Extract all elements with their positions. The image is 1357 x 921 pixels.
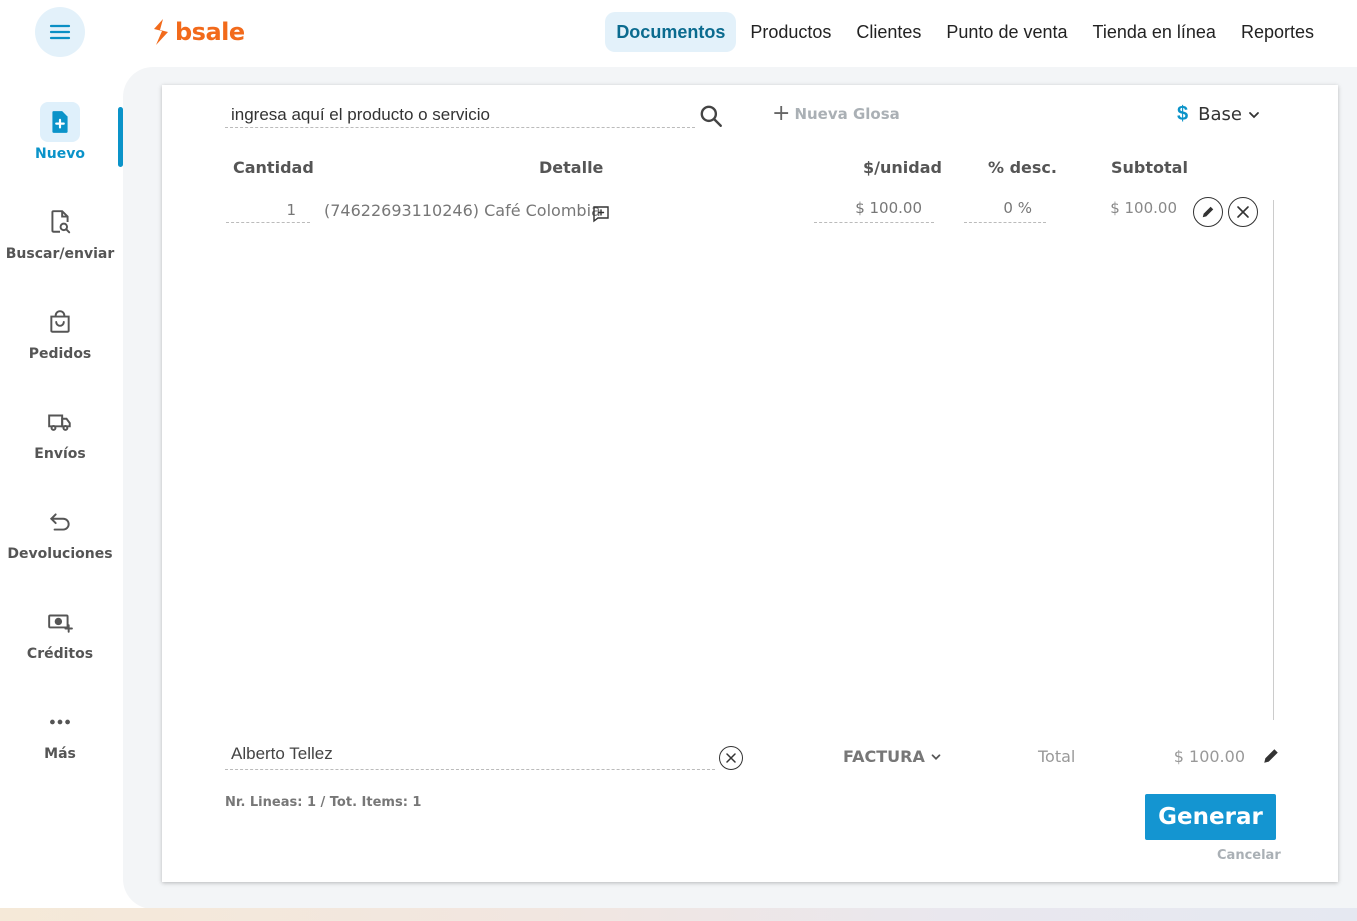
vertical-divider — [1273, 200, 1274, 720]
main-nav: Documentos Productos Clientes Punto de v… — [605, 12, 1325, 52]
column-header-detalle: Detalle — [539, 158, 604, 177]
pencil-icon[interactable] — [1262, 747, 1280, 765]
column-header-cantidad: Cantidad — [233, 158, 314, 177]
nav-documentos[interactable]: Documentos — [605, 12, 737, 52]
column-header-descuento: % desc. — [988, 158, 1057, 177]
chevron-down-icon — [1249, 111, 1259, 118]
bsale-logo[interactable]: bsale — [151, 17, 245, 47]
pencil-icon — [1202, 206, 1214, 218]
sidebar-item-buscar-enviar[interactable]: Buscar/enviar — [0, 192, 120, 292]
discount-input[interactable]: 0 % — [964, 199, 1046, 223]
generate-button[interactable]: Generar — [1145, 794, 1276, 840]
quantity-input[interactable]: 1 — [226, 201, 310, 223]
hamburger-menu-button[interactable] — [35, 7, 85, 57]
nav-tienda-en-linea[interactable]: Tienda en línea — [1082, 12, 1227, 52]
column-header-unidad: $/unidad — [863, 158, 942, 177]
money-plus-icon — [46, 608, 74, 636]
search-document-icon — [46, 208, 74, 236]
sidebar-item-pedidos[interactable]: Pedidos — [0, 292, 120, 392]
column-header-subtotal: Subtotal — [1111, 158, 1188, 177]
client-name: Alberto Tellez — [231, 744, 333, 763]
product-search-input[interactable] — [225, 102, 695, 127]
edit-row-button[interactable] — [1193, 197, 1223, 227]
hamburger-icon — [49, 24, 71, 40]
return-arrow-icon — [46, 508, 74, 536]
lines-summary: Nr. Lineas: 1 / Tot. Items: 1 — [225, 795, 422, 810]
sidebar: Nuevo Buscar/enviar Pedidos Envíos Devol… — [0, 92, 120, 792]
top-bar: bsale Documentos Productos Clientes Punt… — [0, 0, 1357, 64]
sidebar-item-creditos[interactable]: Créditos — [0, 592, 120, 692]
product-search-field[interactable] — [225, 102, 695, 128]
chevron-down-icon — [931, 753, 941, 760]
shopping-bag-icon — [46, 308, 74, 336]
new-document-icon — [40, 102, 80, 142]
nueva-glosa-button[interactable]: + Nueva Glosa — [772, 101, 900, 126]
close-icon — [1237, 206, 1249, 218]
total-label: Total — [1038, 747, 1076, 766]
plus-icon: + — [772, 101, 791, 126]
close-icon — [726, 753, 736, 763]
add-comment-icon[interactable] — [592, 205, 610, 223]
sidebar-item-label: Devoluciones — [7, 546, 113, 562]
nav-clientes[interactable]: Clientes — [845, 12, 932, 52]
app-root: bsale Documentos Productos Clientes Punt… — [0, 0, 1357, 921]
cancel-link[interactable]: Cancelar — [1217, 848, 1281, 863]
bsale-logo-icon — [154, 19, 168, 45]
item-detail: (74622693110246) Café Colombia — [324, 201, 601, 220]
clear-client-button[interactable] — [719, 746, 743, 770]
nav-productos[interactable]: Productos — [739, 12, 842, 52]
document-card: + Nueva Glosa $ Base Cantidad Detalle $/… — [162, 85, 1338, 882]
sidebar-item-mas[interactable]: Más — [0, 692, 120, 792]
sidebar-item-label: Más — [44, 746, 76, 762]
sidebar-item-label: Envíos — [34, 446, 86, 462]
nueva-glosa-label: Nueva Glosa — [794, 105, 900, 123]
document-type-value: FACTURA — [843, 747, 925, 766]
nav-reportes[interactable]: Reportes — [1230, 12, 1325, 52]
remove-row-button[interactable] — [1228, 197, 1258, 227]
document-type-select[interactable]: FACTURA — [843, 747, 943, 766]
sidebar-item-label: Pedidos — [28, 346, 92, 362]
sidebar-item-label: Buscar/enviar — [5, 246, 115, 262]
client-field[interactable]: Alberto Tellez — [225, 744, 715, 770]
total-value: $ 100.00 — [1173, 747, 1245, 766]
search-icon[interactable] — [698, 103, 724, 129]
os-taskbar-edge — [0, 908, 1357, 921]
sidebar-item-envios[interactable]: Envíos — [0, 392, 120, 492]
more-dots-icon — [46, 708, 74, 736]
price-list-select[interactable]: $ Base — [1177, 103, 1262, 126]
sidebar-item-label: Créditos — [26, 646, 94, 662]
currency-symbol: $ — [1177, 103, 1189, 125]
sidebar-item-label: Nuevo — [35, 146, 85, 162]
unit-price-input[interactable]: $ 100.00 — [814, 199, 934, 223]
sidebar-item-devoluciones[interactable]: Devoluciones — [0, 492, 120, 592]
price-list-value: Base — [1198, 104, 1242, 125]
logo-text: bsale — [175, 18, 245, 46]
row-subtotal: $ 100.00 — [1110, 199, 1177, 217]
nav-punto-de-venta[interactable]: Punto de venta — [935, 12, 1078, 52]
truck-icon — [46, 408, 74, 436]
sidebar-item-nuevo[interactable]: Nuevo — [0, 92, 120, 192]
table-row: 1 (74622693110246) Café Colombia $ 100.0… — [162, 195, 1338, 235]
